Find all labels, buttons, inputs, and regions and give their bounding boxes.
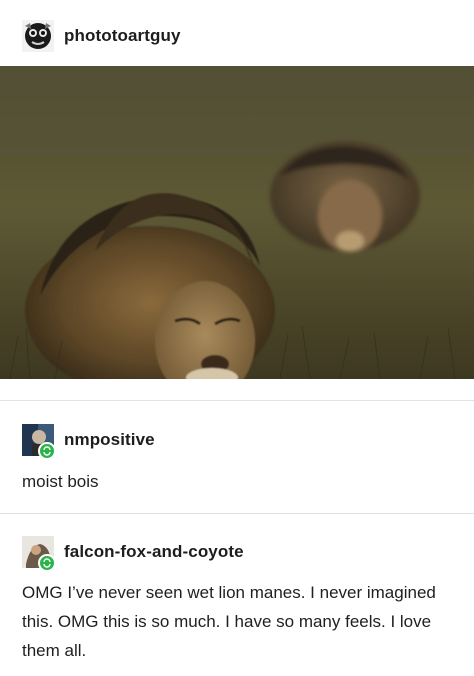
reblog-icon	[38, 442, 56, 460]
avatar[interactable]	[22, 20, 54, 52]
reblog-entry: nmpositive	[22, 420, 452, 460]
divider	[0, 400, 474, 401]
post-author-name[interactable]: phototoartguy	[64, 26, 181, 46]
reblog-entry: falcon-fox-and-coyote	[22, 532, 452, 572]
avatar-image	[22, 20, 54, 52]
reblog-username[interactable]: falcon-fox-and-coyote	[64, 542, 244, 562]
reblog-username[interactable]: nmpositive	[64, 430, 155, 450]
reblog-icon	[38, 554, 56, 572]
post-header: phototoartguy	[22, 20, 181, 52]
avatar[interactable]	[22, 424, 56, 460]
avatar[interactable]	[22, 536, 56, 572]
reblog-comment: moist bois	[22, 472, 99, 491]
reblog-comment: OMG I’ve never seen wet lion manes. I ne…	[22, 583, 436, 660]
divider	[0, 513, 474, 514]
lions-photo	[0, 66, 474, 379]
